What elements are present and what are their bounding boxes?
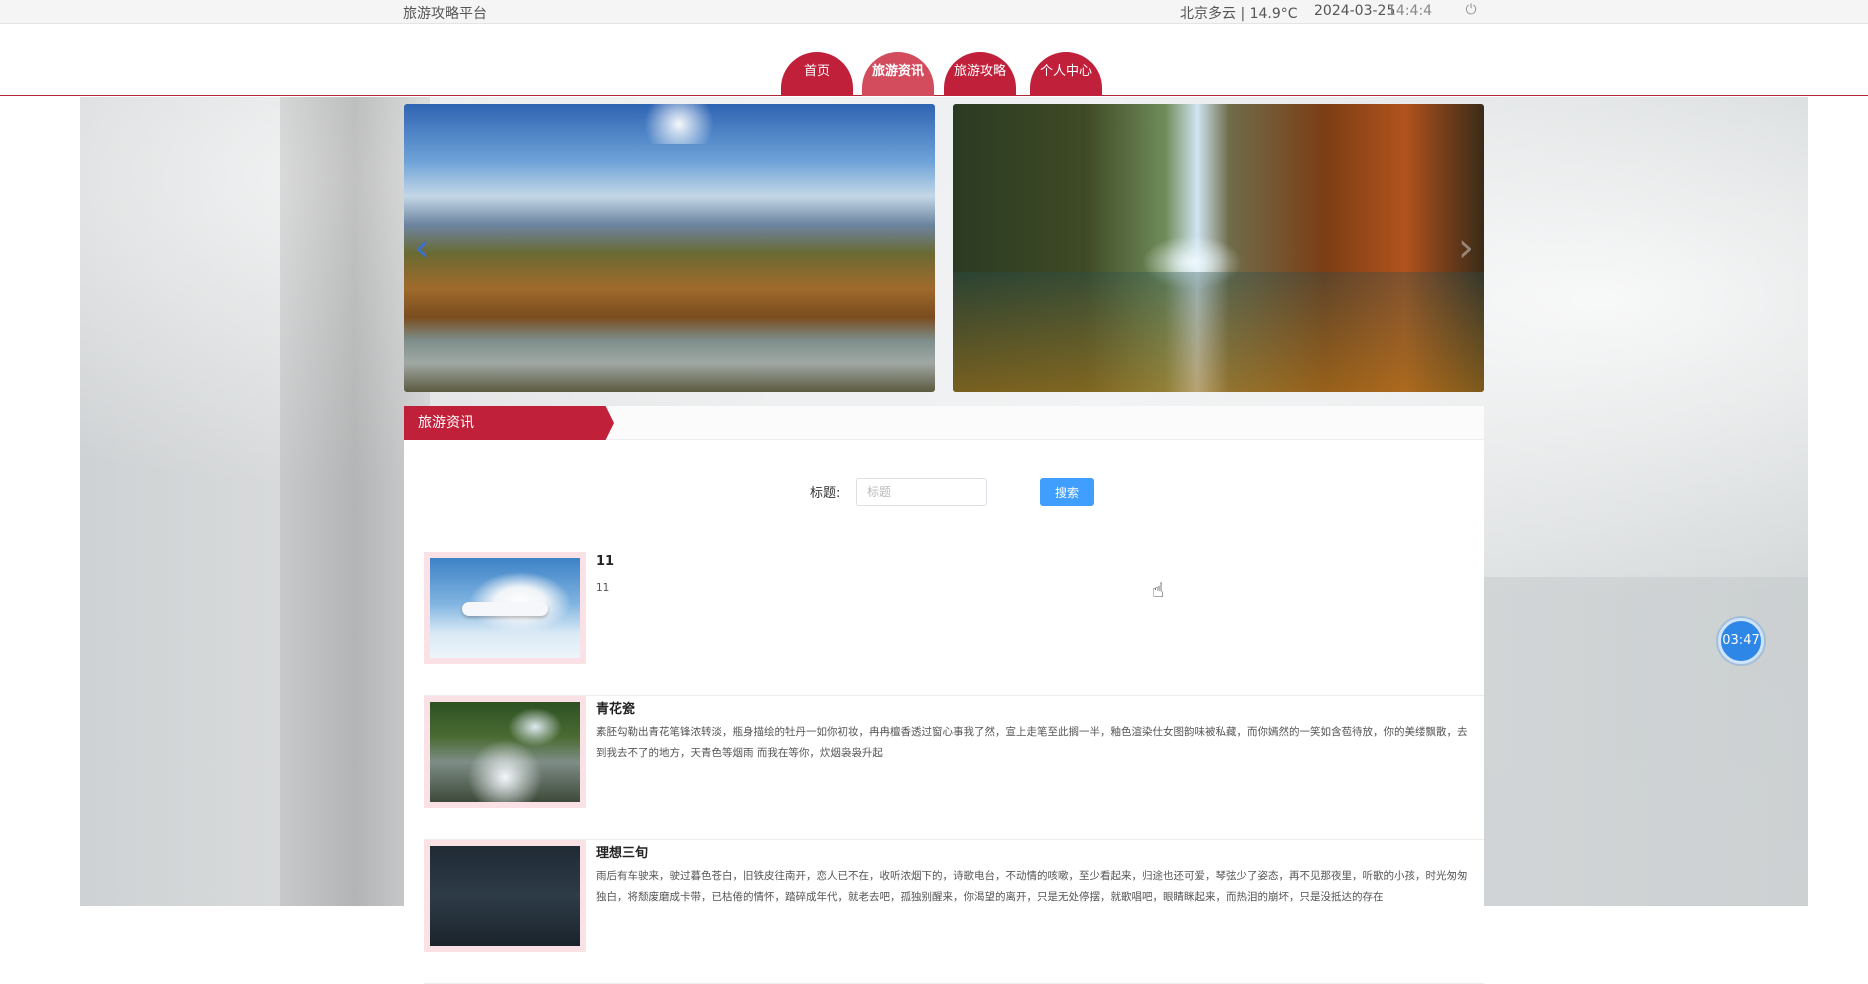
search-button[interactable]: 搜索 xyxy=(1040,478,1094,506)
news-description: 11 xyxy=(596,582,610,594)
news-item[interactable]: 理想三旬 雨后有车驶来，驶过暮色苍白，旧铁皮往南开，恋人已不在，收听浓烟下的，诗… xyxy=(424,840,1484,984)
chevron-left-icon[interactable]: ‹ xyxy=(410,226,434,270)
nav-tab-personal-center[interactable]: 个人中心 xyxy=(1030,52,1102,96)
nav-tab-home[interactable]: 首页 xyxy=(781,52,853,96)
banner-carousel[interactable]: ‹ › xyxy=(404,104,1484,392)
news-thumbnail-frame xyxy=(424,696,586,808)
news-thumbnail[interactable] xyxy=(430,702,580,802)
weather-info: 北京多云 | 14.9°C xyxy=(1180,6,1298,22)
title-search-input[interactable] xyxy=(856,478,987,506)
top-bar: 旅游攻略平台 北京多云 | 14.9°C 2024-03-25 14:4:4 ⏻ xyxy=(0,0,1868,24)
site-name: 旅游攻略平台 xyxy=(403,6,487,22)
countdown-timer-badge[interactable]: 03:47 xyxy=(1718,618,1764,664)
news-thumbnail-frame xyxy=(424,552,586,664)
news-item[interactable]: 青花瓷 素胚勾勒出青花笔锋浓转淡，瓶身描绘的牡丹一如你初妆，冉冉檀香透过窗心事我… xyxy=(424,696,1484,840)
search-label: 标题: xyxy=(810,486,841,501)
power-icon[interactable]: ⏻ xyxy=(1463,2,1479,18)
carousel-slide-waterfall[interactable] xyxy=(953,104,1484,392)
chevron-right-icon[interactable]: › xyxy=(1454,226,1478,270)
news-thumbnail[interactable] xyxy=(430,558,580,658)
nav-tab-travel-guides[interactable]: 旅游攻略 xyxy=(944,52,1016,96)
news-thumbnail[interactable] xyxy=(430,846,580,946)
news-description: 素胚勾勒出青花笔锋浓转淡，瓶身描绘的牡丹一如你初妆，冉冉檀香透过窗心事我了然，宣… xyxy=(596,726,1468,759)
news-title[interactable]: 青花瓷 xyxy=(596,698,635,717)
news-title[interactable]: 11 xyxy=(596,554,614,569)
news-panel: 旅游资讯 标题: 搜索 11 11 青花瓷 素胚勾勒出青花笔锋浓转淡，瓶身描绘的… xyxy=(404,406,1484,984)
news-thumbnail-frame xyxy=(424,840,586,952)
nav-tab-travel-news[interactable]: 旅游资讯 xyxy=(862,52,934,96)
section-title: 旅游资讯 xyxy=(404,406,614,440)
hand-cursor-icon: ☝ xyxy=(1152,578,1165,602)
news-title[interactable]: 理想三旬 xyxy=(596,842,648,861)
current-date: 2024-03-25 xyxy=(1314,3,1396,19)
main-nav: 首页 旅游资讯 旅游攻略 个人中心 xyxy=(0,24,1868,96)
section-header: 旅游资讯 xyxy=(404,406,1484,440)
current-time: 14:4:4 xyxy=(1387,3,1433,19)
carousel-slide-valley[interactable] xyxy=(404,104,935,392)
news-item[interactable]: 11 11 xyxy=(424,552,1484,696)
news-description: 雨后有车驶来，驶过暮色苍白，旧铁皮往南开，恋人已不在，收听浓烟下的，诗歌电台，不… xyxy=(596,870,1468,903)
